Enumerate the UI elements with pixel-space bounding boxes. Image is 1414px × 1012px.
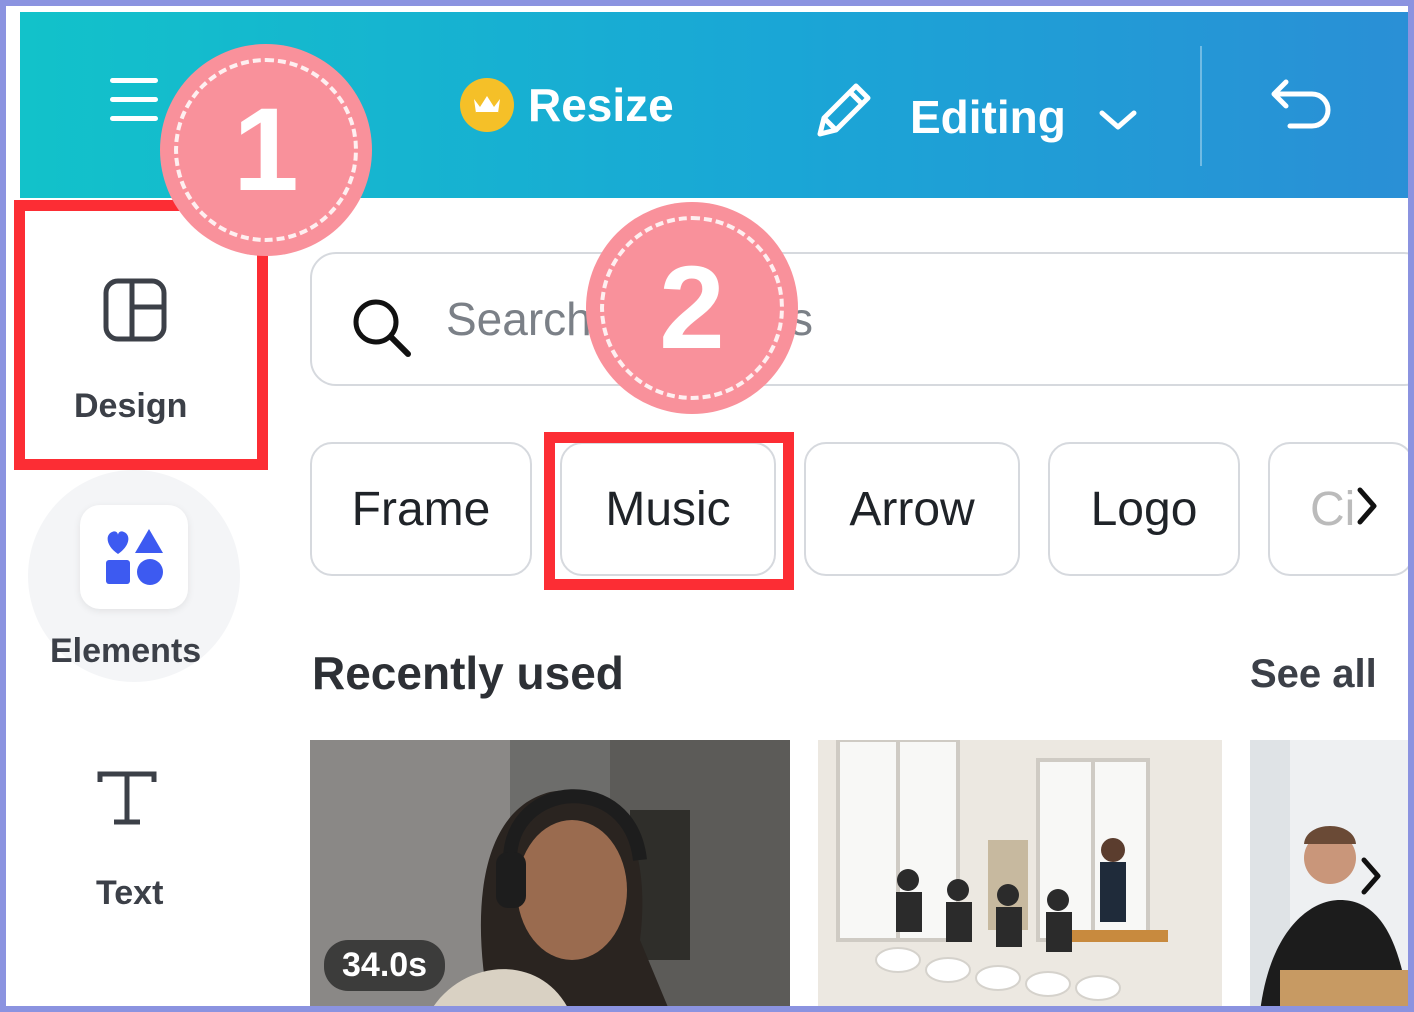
see-all-link[interactable]: See all — [1250, 652, 1377, 697]
step-badge-1: 1 — [160, 44, 372, 256]
search-input[interactable]: Search s — [310, 252, 1414, 386]
text-t-icon — [94, 768, 160, 833]
menu-icon[interactable] — [110, 74, 160, 126]
step-number: 1 — [233, 84, 299, 216]
search-placeholder: Search — [446, 293, 592, 345]
recent-item-headphones-video[interactable]: 34.0s — [310, 740, 790, 1012]
chips-next-arrow[interactable] — [1356, 486, 1380, 537]
chip-circle[interactable]: Ci — [1268, 442, 1414, 576]
sidebar-item-label: Elements — [50, 632, 202, 670]
editing-mode-dropdown[interactable]: Editing — [810, 78, 1138, 155]
search-icon — [348, 294, 414, 365]
resize-label: Resize — [528, 79, 674, 131]
man-photo — [1250, 740, 1414, 1012]
recent-next-arrow[interactable] — [1360, 856, 1384, 907]
chip-label: Ci — [1310, 482, 1356, 536]
recent-item-man-photo[interactable] — [1250, 740, 1414, 1012]
recent-item-meeting-photo[interactable] — [818, 740, 1222, 1012]
undo-icon — [1270, 76, 1336, 143]
editing-label: Editing — [910, 90, 1066, 143]
step-number: 2 — [659, 242, 725, 374]
chevron-down-icon — [1098, 90, 1138, 144]
resize-button[interactable]: Resize — [460, 78, 674, 132]
chip-frame[interactable]: Frame — [310, 442, 532, 576]
chip-logo[interactable]: Logo — [1048, 442, 1240, 576]
sidebar-item-text[interactable]: Text — [40, 760, 230, 930]
meeting-photo — [818, 740, 1222, 1012]
undo-button[interactable] — [1270, 76, 1336, 143]
pencil-icon — [810, 78, 876, 155]
step-badge-2: 2 — [586, 202, 798, 414]
section-title-recently-used: Recently used — [312, 647, 624, 699]
chip-arrow[interactable]: Arrow — [804, 442, 1020, 576]
toolbar-divider — [1200, 46, 1202, 166]
crown-icon — [460, 78, 514, 132]
shapes-icon — [80, 505, 188, 609]
sidebar-item-label: Text — [96, 874, 164, 912]
highlight-music-chip — [544, 432, 794, 590]
duration-badge: 34.0s — [324, 940, 446, 991]
